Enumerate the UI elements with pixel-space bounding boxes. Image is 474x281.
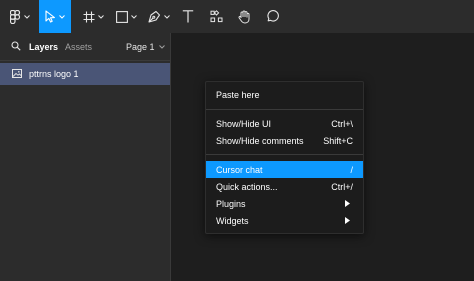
menu-item-label: Widgets: [216, 216, 249, 226]
text-tool-icon: [182, 10, 194, 23]
resources-icon: [210, 10, 222, 23]
panel-tabs: Layers Assets Page 1: [0, 33, 171, 61]
menu-divider: [206, 154, 363, 155]
menu-item-shortcut: Shift+C: [323, 136, 353, 146]
menu-item-show-hide-comments[interactable]: Show/Hide comments Shift+C: [206, 132, 363, 149]
menu-item-paste-here[interactable]: Paste here: [206, 86, 363, 103]
menu-item-show-hide-ui[interactable]: Show/Hide UI Ctrl+\: [206, 115, 363, 132]
chevron-down-icon: [164, 14, 170, 19]
layer-name: pttrns logo 1: [29, 69, 79, 79]
move-tool-button[interactable]: [39, 0, 71, 33]
context-menu: Paste here Show/Hide UI Ctrl+\ Show/Hide…: [205, 81, 364, 234]
image-icon: [12, 69, 22, 78]
hand-tool-icon: [238, 10, 249, 23]
comment-tool-icon: [266, 10, 279, 22]
move-tool-icon: [45, 10, 55, 23]
menu-item-label: Show/Hide comments: [216, 136, 304, 146]
pen-tool-button[interactable]: [145, 0, 173, 33]
resources-button[interactable]: [206, 0, 226, 33]
menu-item-widgets[interactable]: Widgets: [206, 212, 363, 229]
menu-item-shortcut: Ctrl+/: [331, 182, 353, 192]
layers-panel: Layers Assets Page 1 pttrns logo 1: [0, 33, 171, 281]
chevron-down-icon: [130, 14, 137, 19]
menu-item-label: Paste here: [216, 90, 260, 100]
menu-item-shortcut: /: [350, 165, 353, 175]
submenu-arrow-icon: [345, 200, 350, 207]
chevron-down-icon: [59, 14, 65, 19]
menu-item-shortcut: Ctrl+\: [331, 119, 353, 129]
menu-divider: [206, 109, 363, 110]
main-menu-button[interactable]: [6, 0, 34, 33]
menu-item-label: Cursor chat: [216, 165, 263, 175]
hand-tool-button[interactable]: [234, 0, 254, 33]
menu-item-cursor-chat[interactable]: Cursor chat /: [206, 161, 363, 178]
shape-tool-button[interactable]: [112, 0, 140, 33]
frame-tool-icon: [83, 11, 94, 22]
text-tool-button[interactable]: [178, 0, 198, 33]
search-icon[interactable]: [11, 41, 21, 51]
figma-menu-icon: [10, 9, 21, 24]
frame-tool-button[interactable]: [79, 0, 107, 33]
page-selector-label: Page 1: [126, 42, 155, 52]
layer-row[interactable]: pttrns logo 1: [0, 63, 170, 85]
pen-tool-icon: [148, 10, 161, 23]
comment-tool-button[interactable]: [262, 0, 282, 33]
toolbar: [0, 0, 474, 33]
chevron-down-icon: [97, 14, 104, 19]
menu-item-plugins[interactable]: Plugins: [206, 195, 363, 212]
shape-tool-icon: [115, 10, 128, 23]
tab-assets[interactable]: Assets: [65, 42, 92, 52]
chevron-down-icon: [158, 45, 165, 49]
tab-layers[interactable]: Layers: [29, 42, 58, 52]
menu-item-label: Plugins: [216, 199, 246, 209]
menu-item-quick-actions[interactable]: Quick actions... Ctrl+/: [206, 178, 363, 195]
submenu-arrow-icon: [345, 217, 350, 224]
chevron-down-icon: [24, 14, 30, 19]
menu-item-label: Quick actions...: [216, 182, 278, 192]
menu-item-label: Show/Hide UI: [216, 119, 272, 129]
page-selector[interactable]: Page 1: [126, 42, 165, 52]
